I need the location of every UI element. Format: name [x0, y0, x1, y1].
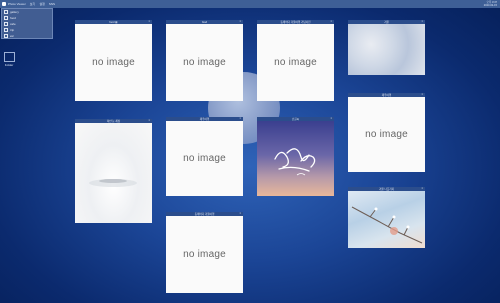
dropdown-label: gallery	[10, 10, 19, 14]
menu-view[interactable]: 보기	[30, 2, 36, 6]
close-icon[interactable]: ×	[239, 117, 241, 120]
card-body: no image	[75, 24, 152, 101]
folder-dropdown: gallery food cafe trip etc	[1, 8, 53, 39]
close-icon[interactable]: ×	[421, 187, 423, 190]
no-image-text: no image	[92, 57, 135, 68]
app-title: Photo Viewer	[8, 2, 26, 6]
calligraphy-image	[257, 121, 334, 196]
close-icon[interactable]: ×	[421, 20, 423, 23]
card-body: no image	[166, 121, 243, 196]
dropdown-label: food	[10, 16, 16, 20]
frost-branch-image	[348, 191, 425, 248]
dropdown-item[interactable]: etc	[2, 33, 52, 39]
treeline-graphic	[89, 179, 137, 187]
folder-icon	[4, 34, 8, 38]
photo-card[interactable]: 손글씨 ×	[257, 117, 334, 196]
photo-card[interactable]: 동해바다 겨울여행 기념사진 × no image	[257, 20, 334, 101]
desktop-folder[interactable]: Folder	[2, 52, 16, 67]
close-icon[interactable]: ×	[148, 20, 150, 23]
dropdown-label: trip	[10, 28, 15, 32]
card-body: no image	[257, 24, 334, 101]
no-image-text: no image	[365, 129, 408, 140]
card-body: no image	[166, 24, 243, 101]
close-icon[interactable]: ×	[330, 117, 332, 120]
close-icon[interactable]: ×	[239, 20, 241, 23]
card-body: no image	[166, 216, 243, 293]
snow-texture-image	[348, 24, 425, 75]
no-image-text: no image	[183, 153, 226, 164]
photo-card[interactable]: food × no image	[166, 20, 243, 101]
folder-icon	[4, 22, 8, 26]
snow-field-image	[75, 123, 152, 223]
folder-icon	[4, 16, 8, 20]
top-bar: Photo Viewer 보기 설정 SNS 오후 3:47 2023-02-1…	[0, 0, 500, 8]
close-icon[interactable]: ×	[330, 20, 332, 23]
menu-sns[interactable]: SNS	[49, 2, 55, 6]
app-logo-icon	[2, 2, 6, 6]
folder-icon	[3, 52, 15, 62]
dropdown-label: cafe	[10, 22, 16, 26]
photo-card[interactable]: 제주여행 × no image	[348, 93, 425, 172]
desktop-folder-label: Folder	[4, 63, 14, 67]
close-icon[interactable]: ×	[239, 212, 241, 215]
photo-card[interactable]: food ▦ × no image	[75, 20, 152, 101]
clock: 오후 3:47 2023-02-15	[484, 1, 497, 7]
branch-graphic	[351, 206, 423, 244]
no-image-text: no image	[183, 57, 226, 68]
photo-card[interactable]: 겨울 나뭇가지 ×	[348, 187, 425, 248]
card-body: no image	[348, 97, 425, 172]
menu-settings[interactable]: 설정	[39, 2, 45, 6]
photo-card[interactable]: 하얀 눈 세상 ×	[75, 119, 152, 223]
close-icon[interactable]: ×	[148, 119, 150, 122]
no-image-text: no image	[274, 57, 317, 68]
folder-icon	[4, 10, 8, 14]
photo-card[interactable]: 제주여행 × no image	[166, 117, 243, 196]
no-image-text: no image	[183, 249, 226, 260]
dropdown-label: etc	[10, 34, 15, 38]
calligraphy-graphic	[274, 148, 316, 176]
close-icon[interactable]: ×	[421, 93, 423, 96]
photo-card[interactable]: 겨울 ×	[348, 20, 425, 75]
photo-card[interactable]: 동해바다 겨울여행 × no image	[166, 212, 243, 293]
folder-icon	[4, 28, 8, 32]
clock-date: 2023-02-15	[483, 4, 497, 7]
